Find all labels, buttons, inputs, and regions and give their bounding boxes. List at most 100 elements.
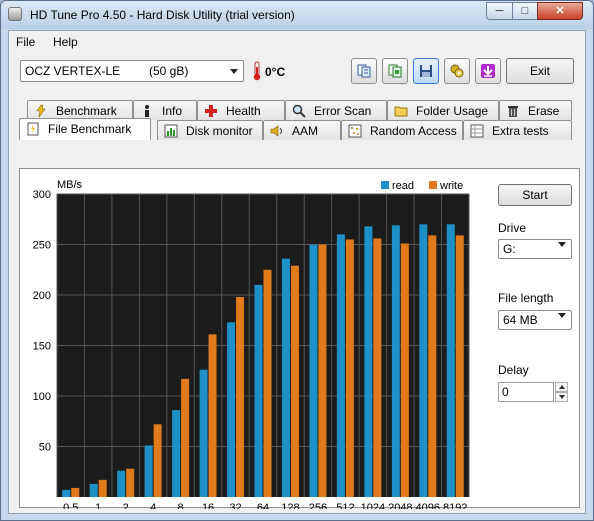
- tab-label: Benchmark: [56, 104, 117, 118]
- drive-label: Drive: [498, 221, 527, 235]
- drive-combo[interactable]: G:: [498, 239, 572, 259]
- x-tick-label: 128: [281, 502, 299, 509]
- exit-button[interactable]: Exit: [506, 58, 574, 84]
- extra-tests-icon: [470, 124, 484, 138]
- delay-value: 0: [502, 385, 509, 399]
- error-scan-icon: [292, 104, 306, 118]
- tab-info[interactable]: Info: [133, 100, 197, 120]
- y-tick-label: 150: [33, 341, 51, 353]
- bar-read: [446, 224, 455, 498]
- x-tick-label: 8192: [443, 502, 467, 509]
- y-tick-label: 200: [33, 290, 51, 302]
- bar-read: [199, 369, 208, 497]
- tab-label: Folder Usage: [416, 104, 489, 118]
- tab-folder-usage[interactable]: Folder Usage: [387, 100, 499, 120]
- tab-erase[interactable]: Erase: [499, 100, 572, 120]
- tab-aam[interactable]: AAM: [263, 120, 341, 140]
- bar-read: [227, 322, 236, 497]
- bar-write: [71, 487, 80, 497]
- x-tick-label: 512: [336, 502, 354, 509]
- benchmark-chart: 50 100 150 200 250 300 MB/s 0.5 1 2 4 8 16 32 64 128 256…: [33, 179, 470, 509]
- bar-read: [172, 410, 181, 497]
- legend-swatch-write: [429, 181, 437, 189]
- tab-health[interactable]: Health: [197, 100, 285, 120]
- menu-file[interactable]: File: [16, 35, 35, 49]
- maximize-button[interactable]: □: [512, 2, 538, 20]
- spin-down-button[interactable]: [555, 392, 568, 402]
- y-axis-label: MB/s: [57, 179, 83, 191]
- client-area: File Help OCZ VERTEX-LE (50 gB) 0°C Exit…: [8, 30, 586, 514]
- tab-file-benchmark[interactable]: File Benchmark: [19, 118, 151, 140]
- exit-down-button[interactable]: [475, 58, 501, 84]
- x-tick-label: 32: [229, 502, 241, 509]
- options-icon: [450, 64, 464, 78]
- bar-write: [455, 235, 464, 497]
- drive-value: G:: [503, 242, 516, 256]
- chevron-down-icon: [558, 313, 566, 318]
- tab-benchmark[interactable]: Benchmark: [27, 100, 133, 120]
- chevron-down-icon: [558, 242, 566, 247]
- delay-label: Delay: [498, 363, 529, 377]
- x-tick-label: 64: [257, 502, 269, 509]
- trash-icon: [508, 106, 518, 117]
- tab-error-scan[interactable]: Error Scan: [285, 100, 387, 120]
- menu-bar: File Help: [9, 31, 585, 53]
- bar-write: [263, 269, 272, 497]
- y-tick-label: 300: [33, 189, 51, 201]
- bar-write: [345, 239, 354, 497]
- random-access-icon: [348, 124, 362, 138]
- disk-monitor-icon: [164, 124, 178, 138]
- copy-screenshot-button[interactable]: [382, 58, 408, 84]
- tab-label: Random Access: [370, 124, 457, 138]
- menu-help[interactable]: Help: [53, 35, 78, 49]
- delay-spinner: [555, 382, 568, 402]
- save-button[interactable]: [413, 58, 439, 84]
- drive-selector[interactable]: OCZ VERTEX-LE (50 gB): [20, 60, 244, 82]
- tab-label: File Benchmark: [48, 122, 132, 136]
- bar-write: [181, 378, 190, 497]
- tab-extra-tests[interactable]: Extra tests: [463, 120, 572, 140]
- x-tick-label: 256: [309, 502, 327, 509]
- bar-write: [400, 243, 409, 497]
- tab-disk-monitor[interactable]: Disk monitor: [157, 120, 263, 140]
- legend-label-read: read: [392, 180, 414, 192]
- benchmark-icon: [36, 104, 46, 118]
- x-tick-label: 16: [202, 502, 214, 509]
- app-window: HD Tune Pro 4.50 - Hard Disk Utility (tr…: [0, 0, 594, 521]
- close-button[interactable]: ✕: [537, 2, 583, 20]
- y-tick-label: 100: [33, 391, 51, 403]
- app-icon: [8, 7, 22, 21]
- tab-random-access[interactable]: Random Access: [341, 120, 463, 140]
- spin-up-button[interactable]: [555, 382, 568, 392]
- bar-read: [144, 445, 153, 497]
- save-icon: [420, 65, 432, 77]
- bar-write: [428, 235, 437, 497]
- legend-swatch-read: [381, 181, 389, 189]
- tab-label: Erase: [528, 104, 560, 118]
- y-tick-label: 250: [33, 240, 51, 252]
- x-tick-label: 1024: [361, 502, 385, 509]
- copy-text-icon: [357, 64, 371, 78]
- start-button[interactable]: Start: [498, 184, 572, 206]
- file-length-combo[interactable]: 64 MB: [498, 310, 572, 330]
- tab-label: Health: [226, 104, 261, 118]
- drive-size: (50 gB): [149, 64, 189, 78]
- file-length-label: File length: [498, 291, 554, 305]
- delay-input[interactable]: 0: [498, 382, 554, 402]
- copy-text-button[interactable]: [351, 58, 377, 84]
- health-icon: [205, 105, 217, 117]
- x-tick-label: 4096: [416, 502, 440, 509]
- window-title: HD Tune Pro 4.50 - Hard Disk Utility (tr…: [30, 8, 295, 22]
- options-button[interactable]: [444, 58, 470, 84]
- y-tick-label: 50: [39, 442, 51, 454]
- minimize-button[interactable]: ─: [486, 2, 513, 20]
- tab-label: Disk monitor: [186, 124, 253, 138]
- bar-write: [318, 244, 327, 497]
- tab-label: Error Scan: [314, 104, 372, 118]
- tab-label: Extra tests: [492, 124, 549, 138]
- title-bar[interactable]: HD Tune Pro 4.50 - Hard Disk Utility (tr…: [1, 1, 593, 29]
- bar-read: [62, 489, 71, 497]
- bar-read: [419, 224, 428, 498]
- bar-write: [208, 334, 217, 497]
- bar-write: [290, 265, 299, 497]
